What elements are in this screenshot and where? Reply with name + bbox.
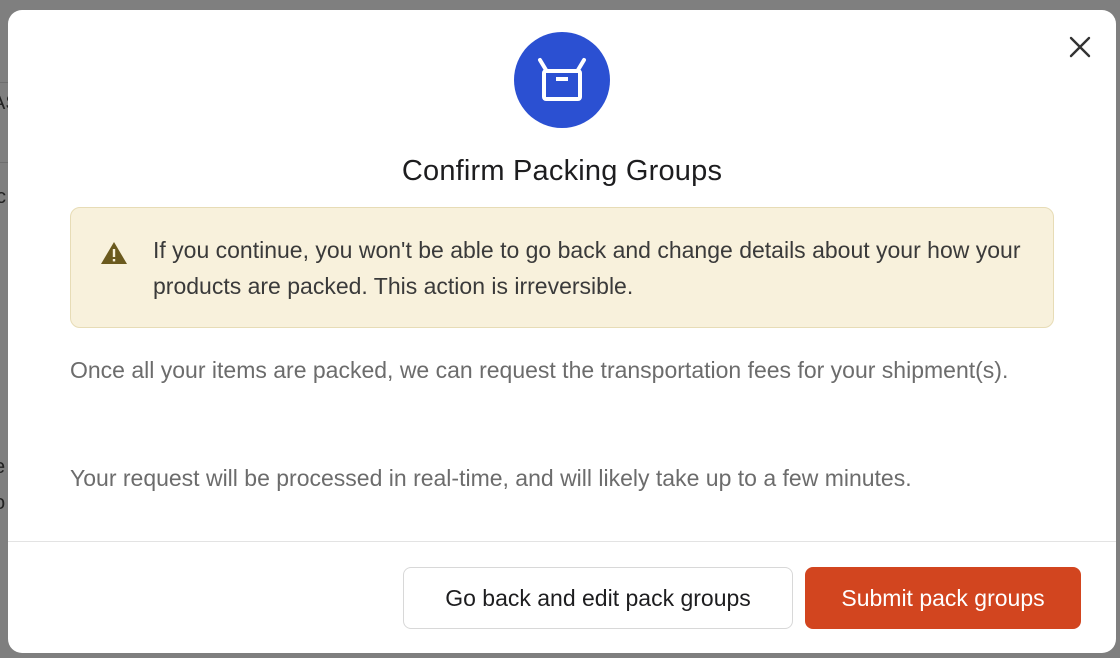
submit-pack-groups-button[interactable]: Submit pack groups — [805, 567, 1081, 629]
box-icon — [538, 58, 586, 101]
background-divider — [0, 82, 8, 83]
confirm-packing-modal: Confirm Packing Groups If you continue, … — [8, 10, 1116, 653]
background-text-fragment: e — [0, 456, 5, 479]
warning-text: If you continue, you won't be able to go… — [153, 237, 1021, 299]
info-paragraph: Once all your items are packed, we can r… — [70, 357, 1009, 383]
warning-banner: If you continue, you won't be able to go… — [70, 207, 1054, 328]
close-button[interactable] — [1066, 33, 1094, 61]
warning-triangle-icon — [101, 242, 127, 264]
header-icon-circle — [514, 32, 610, 128]
info-paragraph: Your request will be processed in real-t… — [70, 465, 912, 491]
background-text-fragment: c — [0, 186, 6, 208]
close-icon — [1069, 36, 1091, 58]
modal-title: Confirm Packing Groups — [401, 155, 723, 187]
background-divider — [0, 162, 8, 163]
go-back-edit-button[interactable]: Go back and edit pack groups — [403, 567, 793, 629]
footer-divider — [8, 541, 1116, 542]
background-text-fragment: o — [0, 492, 5, 515]
